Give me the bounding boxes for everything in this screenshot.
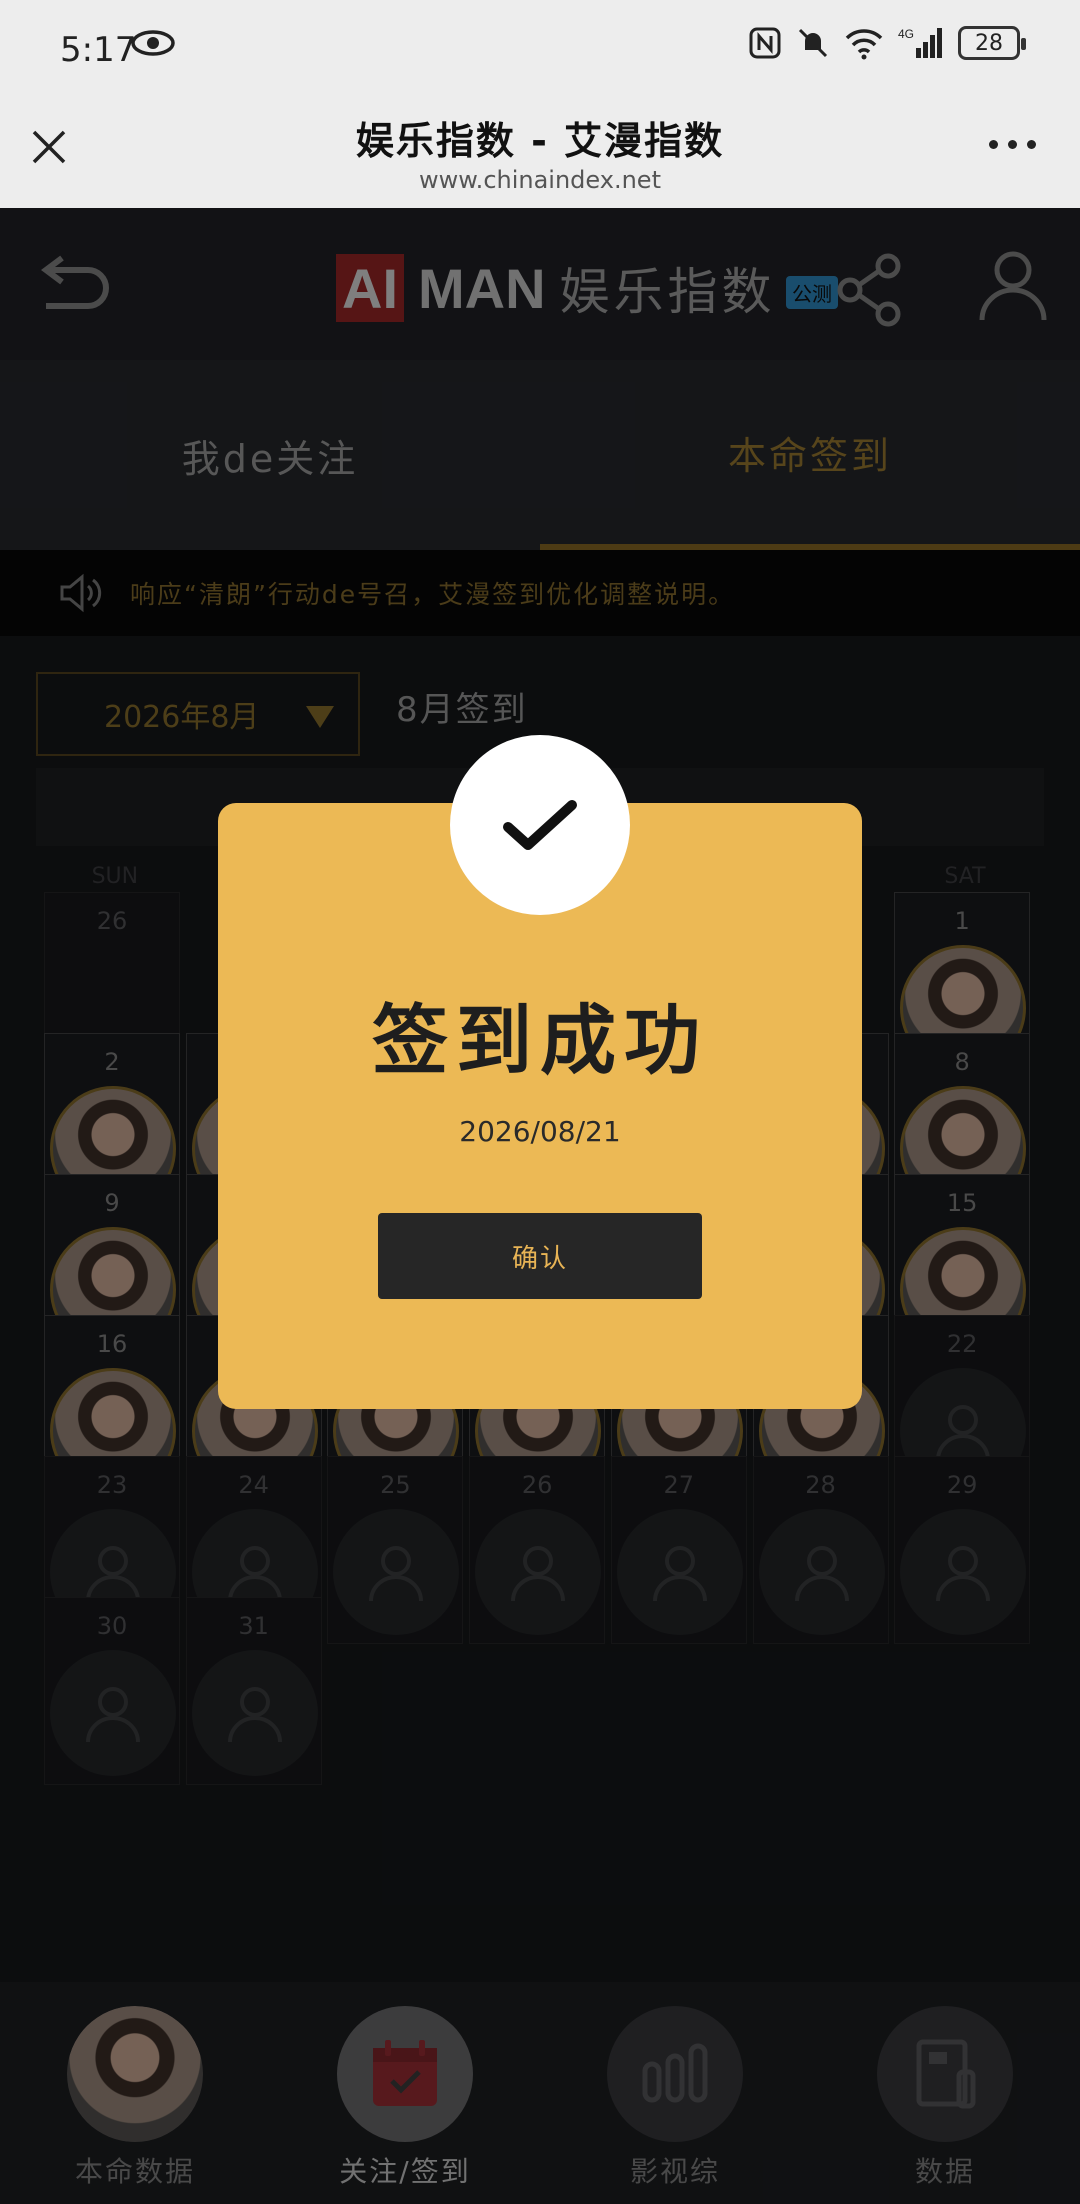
mute-icon bbox=[798, 28, 828, 58]
dialog-title: 签到成功 bbox=[372, 996, 708, 1085]
page-url: www.chinaindex.net bbox=[419, 166, 661, 194]
success-check-badge bbox=[450, 735, 630, 915]
checkmark-icon bbox=[503, 800, 577, 850]
dot-icon bbox=[1008, 140, 1017, 149]
signal-icon: 4G bbox=[898, 27, 942, 58]
dot-icon bbox=[1027, 140, 1036, 149]
checkin-date: 2026/08/21 bbox=[459, 1115, 621, 1148]
nfc-icon bbox=[749, 27, 781, 59]
wifi-icon bbox=[845, 29, 883, 60]
browser-bar: 娱乐指数 - 艾漫指数 www.chinaindex.net bbox=[0, 96, 1080, 208]
eye-icon bbox=[131, 30, 175, 56]
confirm-button[interactable]: 确认 bbox=[378, 1213, 702, 1299]
more-menu-button[interactable] bbox=[989, 140, 1036, 149]
svg-text:4G: 4G bbox=[898, 27, 914, 41]
battery-indicator: 28 bbox=[958, 26, 1026, 60]
status-icons: 4G 28 bbox=[748, 26, 1026, 60]
dot-icon bbox=[989, 140, 998, 149]
status-bar: 5:17 4G 28 bbox=[0, 0, 1080, 96]
page-title: 娱乐指数 - 艾漫指数 bbox=[355, 119, 725, 163]
status-time: 5:17 bbox=[60, 30, 137, 70]
